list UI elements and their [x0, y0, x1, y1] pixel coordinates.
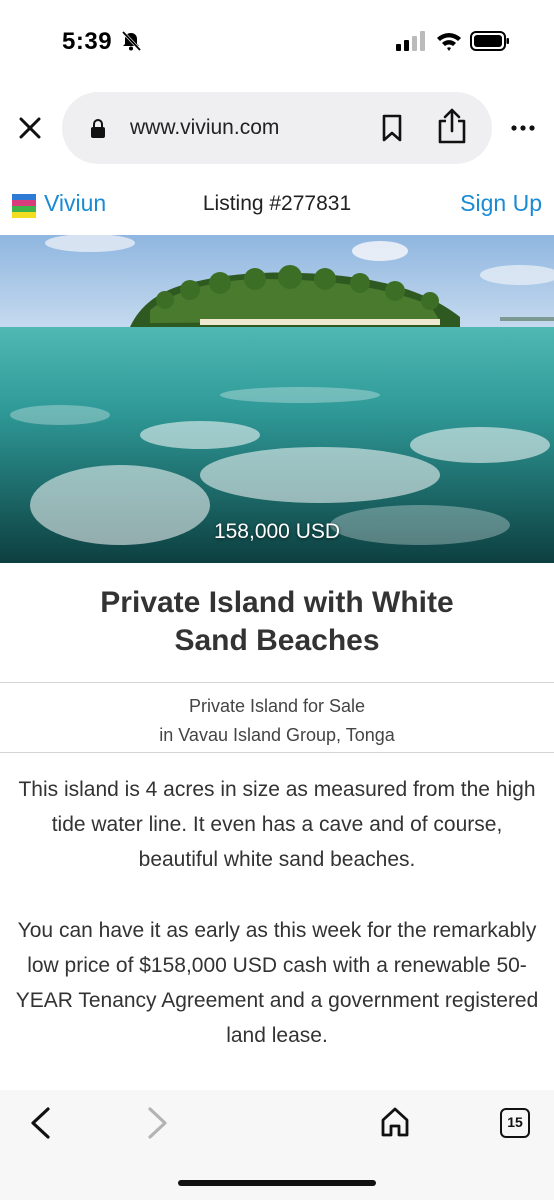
share-icon[interactable]: [436, 108, 468, 144]
sign-up-link[interactable]: Sign Up: [460, 190, 542, 217]
divider: [0, 752, 554, 753]
description-paragraph: This island is 4 acres in size as measur…: [18, 778, 536, 871]
bottom-toolbar: 15: [0, 1090, 554, 1200]
hero-image: 158,000 USD: [0, 235, 554, 563]
browser-bar: www.viviun.com: [0, 92, 554, 166]
subtitle-type: Private Island for Sale: [188, 696, 366, 716]
bell-slash-icon: [121, 30, 142, 52]
bookmark-icon[interactable]: [380, 114, 404, 142]
wifi-icon: [437, 33, 461, 51]
back-icon[interactable]: [28, 1106, 52, 1140]
divider: [0, 682, 554, 683]
tabs-button[interactable]: 15: [500, 1108, 530, 1138]
home-indicator: [178, 1180, 376, 1186]
description-paragraph: You can have it as early as this week fo…: [15, 919, 539, 1047]
lock-icon: [91, 119, 105, 138]
battery-icon: [470, 31, 509, 51]
island-photo: [0, 235, 554, 563]
price-label: 158,000 USD: [213, 520, 341, 543]
tab-count: 15: [507, 1114, 523, 1130]
status-time: 5:39: [62, 28, 113, 55]
listing-subtitle: Private Island for Sale in Vavau Island …: [0, 692, 554, 750]
address-bar[interactable]: www.viviun.com: [62, 92, 492, 164]
home-icon[interactable]: [380, 1106, 410, 1138]
brand-link[interactable]: Viviun: [44, 190, 106, 217]
forward-icon[interactable]: [146, 1106, 170, 1140]
site-header: Listing #277831 Viviun Sign Up: [0, 180, 554, 232]
signal-icon: [396, 31, 425, 51]
more-icon[interactable]: [510, 116, 536, 140]
close-icon[interactable]: [16, 114, 44, 142]
status-bar: 5:39: [0, 0, 554, 80]
subtitle-location: in Vavau Island Group, Tonga: [159, 725, 395, 745]
url-text[interactable]: www.viviun.com: [130, 116, 279, 140]
listing-headline: Private Island with White Sand Beaches: [100, 586, 454, 657]
